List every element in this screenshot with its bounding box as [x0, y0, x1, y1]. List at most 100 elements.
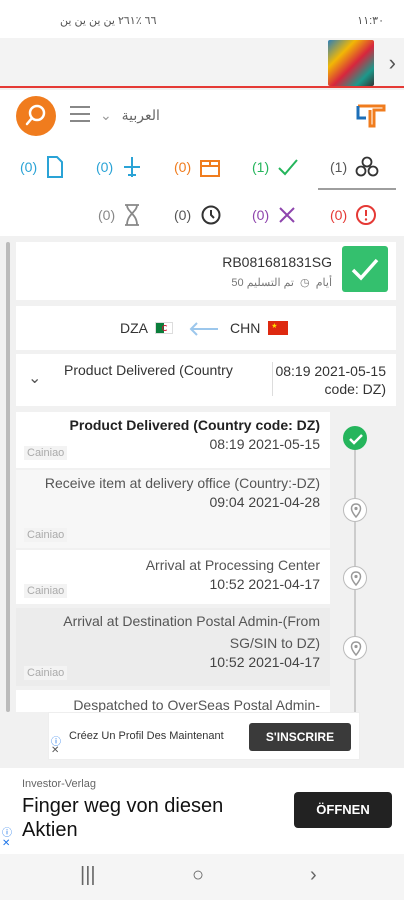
timeline-event: Arrival at Processing Center 10:52 2021-… — [16, 550, 330, 604]
shipment-card[interactable]: RB081681831SG 50 أيام ◷ تم التسليم — [16, 242, 396, 300]
tab-count: (0) — [20, 159, 38, 175]
logo-icon — [356, 104, 386, 128]
home-icon[interactable]: ○ — [192, 864, 204, 887]
timeline-marker — [343, 636, 367, 660]
timeline-event: Arrival at Destination Postal Admin-(Fro… — [16, 608, 330, 686]
event-title: Arrival at Processing Center — [145, 557, 320, 573]
tab-waiting[interactable]: (0) — [98, 200, 141, 230]
ad-banner-small[interactable]: ⓘ ✕ Créez Un Profil Des Maintenant S'INS… — [48, 712, 360, 760]
app-header: ⌄ العربية — [0, 90, 404, 142]
ad-advertiser: Investor-Verlag — [22, 778, 96, 790]
menu-icon[interactable] — [70, 106, 90, 122]
tab-count: (0) — [252, 207, 270, 223]
chevron-down-icon[interactable]: ⌄ — [28, 368, 41, 388]
from-code: DZA — [120, 320, 148, 336]
status-time: ١١:٣٠ — [357, 15, 384, 27]
shipment-detail[interactable]: RB081681831SG 50 أيام ◷ تم التسليم DZA C… — [0, 236, 404, 712]
ad-cta-button[interactable]: S'INSCRIRE — [249, 723, 351, 751]
algeria-flag-icon — [155, 322, 174, 334]
delivery-status: 50 أيام ◷ تم التسليم — [231, 276, 332, 289]
china-flag-icon: ★ — [268, 321, 289, 335]
history-icon — [201, 205, 221, 225]
ad-close-icon[interactable]: ✕ — [2, 838, 10, 849]
event-title: Despatched to OverSeas Postal Admin- — [73, 697, 320, 712]
summary-text: Product Delivered (Country — [64, 362, 233, 378]
latest-status-summary[interactable]: ⌄ Product Delivered (Country 08:19 2021-… — [16, 354, 396, 406]
event-time: 09:04 2021-04-28 — [209, 494, 320, 510]
tab-count: (0) — [98, 207, 116, 223]
tab-count: (0) — [174, 207, 192, 223]
ad-close-icon[interactable]: ✕ — [51, 745, 59, 756]
event-source: Cainiao — [24, 528, 68, 542]
app-logo — [356, 102, 386, 133]
package-icon — [200, 160, 221, 177]
ad-info-icon[interactable]: ⓘ — [2, 824, 12, 839]
location-pin-icon — [350, 503, 362, 519]
check-icon — [349, 434, 363, 445]
event-title: Arrival at Destination Postal Admin-(Fro… — [63, 613, 320, 651]
location-pin-icon — [350, 641, 362, 657]
ad-text: Créez Un Profil Des Maintenant — [69, 730, 224, 742]
ad-headline: Finger weg von diesen Aktien — [22, 795, 224, 841]
tab-pickup[interactable]: (0) — [174, 152, 221, 182]
tab-count: (1) — [252, 159, 270, 175]
timeline-event: Despatched to OverSeas Postal Admin- — [16, 690, 330, 712]
timeline-marker-done — [343, 426, 367, 450]
status-left: ٦٦ ٪٢٦١ ﯾﻦ ﯾﻦ ﯾﻦ ﯾﻦ — [60, 15, 157, 27]
timeline-marker — [343, 498, 367, 522]
all-packages-icon — [355, 156, 379, 177]
ad-open-button[interactable]: ÖFFNEN — [294, 792, 392, 828]
alert-icon — [356, 205, 377, 225]
check-icon — [351, 258, 379, 281]
tab-history[interactable]: (0) — [174, 200, 221, 230]
delivered-label: تم التسليم — [246, 277, 294, 289]
to-code: CHN — [230, 320, 261, 336]
tab-delivered[interactable]: (1) — [252, 152, 299, 182]
route-to: CHN ★ — [230, 320, 289, 336]
search-icon — [25, 104, 46, 126]
timeline-event: Product Delivered (Country code: DZ) 08:… — [16, 412, 330, 468]
top-ad-banner[interactable]: › — [0, 38, 404, 88]
scrollbar[interactable] — [6, 242, 10, 712]
status-bar: ٦٦ ٪٢٦١ ﯾﻦ ﯾﻦ ﯾﻦ ﯾﻦ ١١:٣٠ — [0, 0, 404, 38]
route-from: DZA — [120, 320, 174, 336]
chevron-right-icon[interactable]: › — [389, 50, 396, 76]
event-source: Cainiao — [24, 584, 68, 598]
tracking-number: RB081681831SG — [222, 254, 332, 270]
back-icon[interactable]: › — [310, 864, 317, 887]
x-icon — [279, 207, 295, 223]
tab-count: (0) — [330, 207, 348, 223]
plane-icon — [124, 157, 141, 177]
delivered-check-button[interactable] — [342, 246, 388, 292]
hourglass-icon — [125, 204, 140, 226]
language-selector[interactable]: ⌄ العربية — [100, 107, 160, 124]
document-icon — [47, 156, 64, 178]
recent-apps-icon[interactable]: ||| — [80, 864, 96, 887]
clock-icon: ◷ — [300, 277, 310, 289]
event-source: Cainiao — [24, 446, 68, 460]
timeline-event: Receive item at delivery office (Country… — [16, 470, 330, 548]
summary-date: 08:19 2021-05-15 code: DZ) — [275, 363, 386, 397]
check-icon — [278, 159, 298, 176]
tab-problem[interactable]: (0) — [330, 200, 377, 230]
search-button[interactable] — [16, 96, 56, 136]
route-card: DZA CHN ★ — [16, 306, 396, 350]
event-title: Receive item at delivery office (Country… — [44, 475, 320, 491]
chevron-down-icon: ⌄ — [100, 107, 112, 123]
ad-thumbnail[interactable] — [328, 40, 374, 86]
language-label: العربية — [121, 107, 160, 123]
arrow-left-icon — [189, 322, 218, 336]
event-title: Product Delivered (Country code: DZ) — [69, 417, 320, 433]
tab-documents[interactable]: (0) — [20, 152, 65, 182]
tabs-row-2: (0) (0) (0) (0) — [0, 190, 404, 236]
location-pin-icon — [350, 571, 362, 587]
tab-count: (1) — [330, 159, 348, 175]
tab-in-transit[interactable]: (0) — [96, 152, 143, 182]
tab-all[interactable]: (1) — [330, 152, 379, 182]
timeline-marker — [343, 566, 367, 590]
tabs-row-1: (0) (0) (0) (1) (1) — [0, 142, 404, 190]
event-source: Cainiao — [24, 666, 68, 680]
ad-banner-large[interactable]: Investor-Verlag Finger weg von diesen Ak… — [0, 768, 404, 854]
system-nav-bar: ||| ○ › — [0, 854, 404, 900]
tab-cancelled[interactable]: (0) — [252, 200, 297, 230]
